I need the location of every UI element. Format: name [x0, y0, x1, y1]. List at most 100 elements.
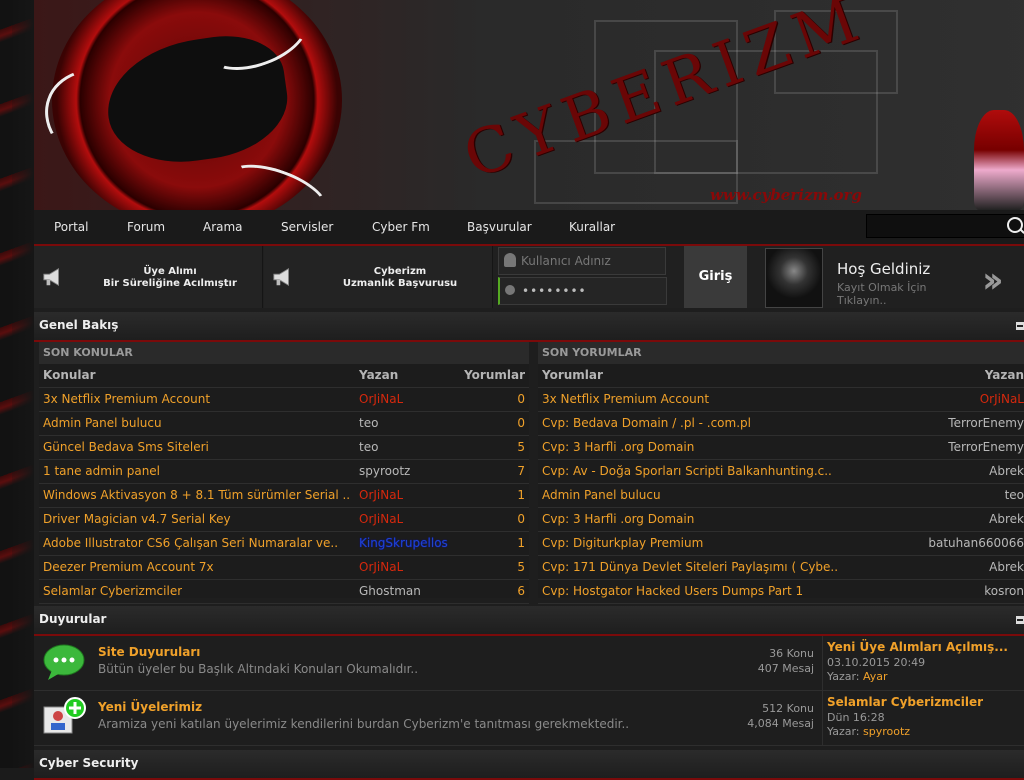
topic-link[interactable]: Driver Magician v4.7 Serial Key: [43, 508, 231, 531]
announcement-box-2[interactable]: Cyberizm Uzmanlık Başvurusu: [264, 246, 493, 308]
last-post-date: Dün 16:28: [827, 711, 885, 724]
table-row: 1 tane admin panel spyrootz 7: [39, 460, 529, 484]
login-button[interactable]: Giriş: [684, 246, 747, 308]
last-post-author-line: Yazar: Ayar: [827, 670, 1024, 683]
mascot-illustration: [974, 110, 1024, 210]
topic-link[interactable]: Güncel Bedava Sms Siteleri: [43, 436, 209, 459]
topic-author[interactable]: OrJiNaL: [359, 484, 403, 507]
comment-author[interactable]: batuhan660066: [928, 532, 1024, 555]
table-row: Admin Panel bulucu teo 0: [39, 412, 529, 436]
duyurular-panel-header: Duyurular: [34, 606, 1024, 636]
duyurular-title[interactable]: Duyurular: [39, 612, 106, 626]
nav-forum[interactable]: Forum: [127, 220, 165, 234]
topic-author[interactable]: teo: [359, 436, 378, 459]
comment-link[interactable]: Cvp: 3 Harfli .org Domain: [542, 508, 694, 531]
search-input[interactable]: [866, 214, 1024, 238]
table-row: Windows Aktivasyon 8 + 8.1 Tüm sürümler …: [39, 484, 529, 508]
topic-author[interactable]: spyrootz: [359, 460, 410, 483]
comment-author[interactable]: Abrek: [989, 508, 1024, 531]
last-post: Selamlar Cyberizmciler Dün 16:28 Yazar: …: [822, 691, 1024, 745]
topic-author[interactable]: Ghostman: [359, 580, 421, 603]
nav-servisler[interactable]: Servisler: [281, 220, 333, 234]
key-icon: [505, 285, 515, 295]
announcement-box-1[interactable]: Üye Alımı Bir Süreliğine Acılmıştır: [34, 246, 263, 308]
topic-author[interactable]: OrJiNaL: [359, 556, 403, 579]
comment-link[interactable]: Admin Panel bulucu: [542, 484, 661, 507]
topic-link[interactable]: Selamlar Cyberizmciler: [43, 580, 182, 603]
comment-link[interactable]: 3x Netflix Premium Account: [542, 388, 709, 411]
password-value: ••••••••: [522, 284, 587, 298]
announcement-text-1: Üye Alımı Bir Süreliğine Acılmıştır: [90, 266, 250, 290]
collapse-icon[interactable]: [1016, 322, 1024, 330]
nav-portal[interactable]: Portal: [54, 220, 88, 234]
password-field[interactable]: ••••••••: [498, 277, 667, 305]
comment-author[interactable]: teo: [1005, 484, 1024, 507]
forum-name[interactable]: Site Duyuruları: [98, 645, 200, 659]
main-navigation: Portal Forum Arama Servisler Cyber Fm Ba…: [34, 210, 1024, 246]
topic-reply-count: 6: [517, 584, 525, 598]
topic-link[interactable]: Adobe Illustrator CS6 Çalışan Seri Numar…: [43, 532, 338, 555]
nav-cyber-fm[interactable]: Cyber Fm: [372, 220, 430, 234]
author-label: Yazar:: [827, 725, 860, 738]
topic-reply-count: 5: [517, 560, 525, 574]
forum-description: Bütün üyeler bu Başlık Altındaki Konular…: [98, 662, 419, 676]
last-post-title[interactable]: Yeni Üye Alımları Açılmış...: [827, 640, 1024, 654]
comment-author[interactable]: OrJiNaL: [980, 388, 1024, 411]
avatar[interactable]: [765, 248, 823, 308]
topic-reply-count: 1: [517, 488, 525, 502]
topic-link[interactable]: 3x Netflix Premium Account: [43, 388, 210, 411]
overview-title: Genel Bakış: [39, 318, 119, 332]
topic-link[interactable]: Windows Aktivasyon 8 + 8.1 Tüm sürümler …: [43, 484, 350, 507]
comment-link[interactable]: Cvp: 3 Harfli .org Domain: [542, 436, 694, 459]
table-row: Adobe Illustrator CS6 Çalışan Seri Numar…: [39, 532, 529, 556]
table-row: Admin Panel bulucu teo: [538, 484, 1024, 508]
username-field[interactable]: Kullanıcı Adınız: [498, 247, 666, 275]
announcement-line: Üye Alımı: [143, 266, 197, 277]
comment-author[interactable]: kosron: [984, 580, 1024, 603]
topic-reply-count: 5: [517, 440, 525, 454]
comment-link[interactable]: Cvp: Hostgator Hacked Users Dumps Part 1: [542, 580, 803, 603]
comment-link[interactable]: Cvp: Av - Doğa Sporları Scripti Balkanhu…: [542, 460, 832, 483]
recent-comments-header: SON YORUMLAR: [538, 342, 1024, 364]
topic-author[interactable]: OrJiNaL: [359, 508, 403, 531]
forum-stats: 36 Konu 407 Mesaj: [758, 646, 814, 676]
last-post-author[interactable]: Ayar: [863, 670, 888, 683]
table-row: 3x Netflix Premium Account OrJiNaL: [538, 388, 1024, 412]
comment-author[interactable]: TerrorEnemy: [948, 412, 1024, 435]
site-header-banner: CYBERIZM www.cyberizm.org: [34, 0, 1024, 210]
topic-author[interactable]: teo: [359, 412, 378, 435]
comment-link[interactable]: Cvp: Digiturkplay Premium: [542, 532, 703, 555]
topic-author[interactable]: OrJiNaL: [359, 388, 403, 411]
author-label: Yazar:: [827, 670, 860, 683]
overview-panel-header: Genel Bakış: [34, 312, 1024, 342]
topic-link[interactable]: Deezer Premium Account 7x: [43, 556, 214, 579]
comment-link[interactable]: Cvp: 171 Dünya Devlet Siteleri Paylaşımı…: [542, 556, 838, 579]
nav-basvurular[interactable]: Başvurular: [467, 220, 532, 234]
last-post-author[interactable]: spyrootz: [863, 725, 910, 738]
topic-reply-count: 0: [517, 512, 525, 526]
nav-arama[interactable]: Arama: [203, 220, 243, 234]
new-member-icon: [43, 697, 86, 734]
topic-link[interactable]: Admin Panel bulucu: [43, 412, 162, 435]
last-post-author-line: Yazar: spyrootz: [827, 725, 1024, 738]
nav-kurallar[interactable]: Kurallar: [569, 220, 615, 234]
comment-link[interactable]: Cvp: Bedava Domain / .pl - .com.pl: [542, 412, 751, 435]
search-icon[interactable]: [1007, 217, 1023, 233]
welcome-register-link[interactable]: Kayıt Olmak İçin Tıklayın..: [837, 281, 947, 307]
comment-author[interactable]: Abrek: [989, 460, 1024, 483]
collapse-icon[interactable]: [1016, 616, 1024, 624]
topic-link[interactable]: 1 tane admin panel: [43, 460, 160, 483]
forum-row-site-duyurulari: Site Duyuruları Bütün üyeler bu Başlık A…: [34, 636, 1024, 691]
megaphone-icon: [43, 267, 59, 287]
chevron-right-icon[interactable]: ››: [982, 260, 1003, 301]
welcome-title[interactable]: Hoş Geldiniz: [837, 260, 930, 278]
topic-author[interactable]: KingSkrupellos: [359, 532, 448, 555]
comment-author[interactable]: TerrorEnemy: [948, 436, 1024, 459]
last-post-title[interactable]: Selamlar Cyberizmciler: [827, 695, 1024, 709]
recent-topics-rows: 3x Netflix Premium Account OrJiNaL 0 Admin …: [39, 388, 529, 604]
table-row: Selamlar Cyberizmciler Ghostman 6: [39, 580, 529, 604]
forum-name[interactable]: Yeni Üyelerimiz: [98, 700, 202, 714]
comment-author[interactable]: Abrek: [989, 556, 1024, 579]
column-header-topics: Konular: [43, 368, 96, 382]
forum-description: Aramiza yeni katılan üyelerimiz kendiler…: [98, 717, 630, 731]
